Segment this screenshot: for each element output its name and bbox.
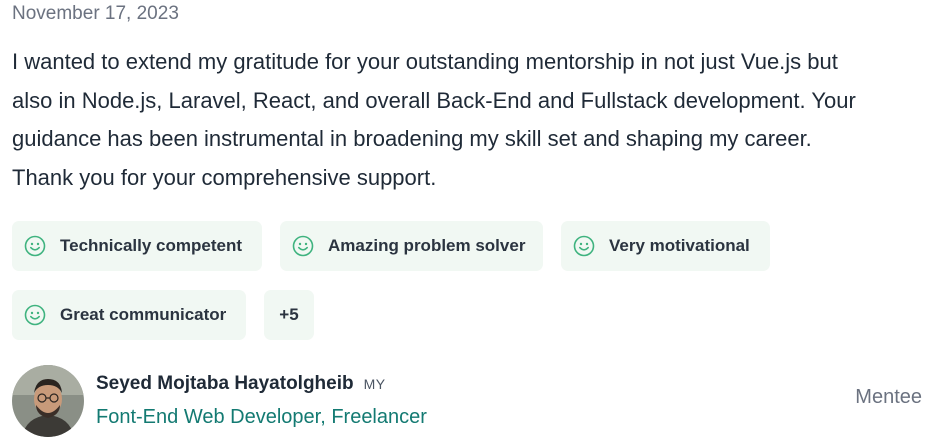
- tag-chip: Great communicator: [12, 290, 246, 340]
- smile-icon: [24, 304, 46, 326]
- smile-icon: [292, 235, 314, 257]
- review-date: November 17, 2023: [12, 3, 179, 24]
- avatar[interactable]: [12, 365, 84, 437]
- author-country: MY: [363, 376, 386, 392]
- tag-chip: Amazing problem solver: [280, 221, 543, 271]
- more-tags-count: +5: [279, 305, 299, 324]
- tag-chip: Technically competent: [12, 221, 262, 271]
- smile-icon: [24, 235, 46, 257]
- tag-chip: Very motivational: [561, 221, 770, 271]
- review-text: I wanted to extend my gratitude for your…: [12, 49, 856, 190]
- review-author: Seyed Mojtaba Hayatolgheib MY Font-End We…: [12, 365, 922, 437]
- tag-label: Great communicator: [60, 305, 227, 324]
- author-title: Font-End Web Developer, Freelancer: [96, 406, 427, 428]
- author-name-line: Seyed Mojtaba Hayatolgheib MY: [96, 373, 386, 395]
- author-role: Mentee: [855, 386, 922, 408]
- tag-label: Amazing problem solver: [328, 236, 526, 255]
- author-name[interactable]: Seyed Mojtaba Hayatolgheib: [96, 373, 354, 394]
- smile-icon: [573, 235, 595, 257]
- more-tags-button[interactable]: +5: [264, 290, 314, 340]
- tag-label: Technically competent: [60, 236, 243, 255]
- tag-label: Very motivational: [609, 236, 750, 255]
